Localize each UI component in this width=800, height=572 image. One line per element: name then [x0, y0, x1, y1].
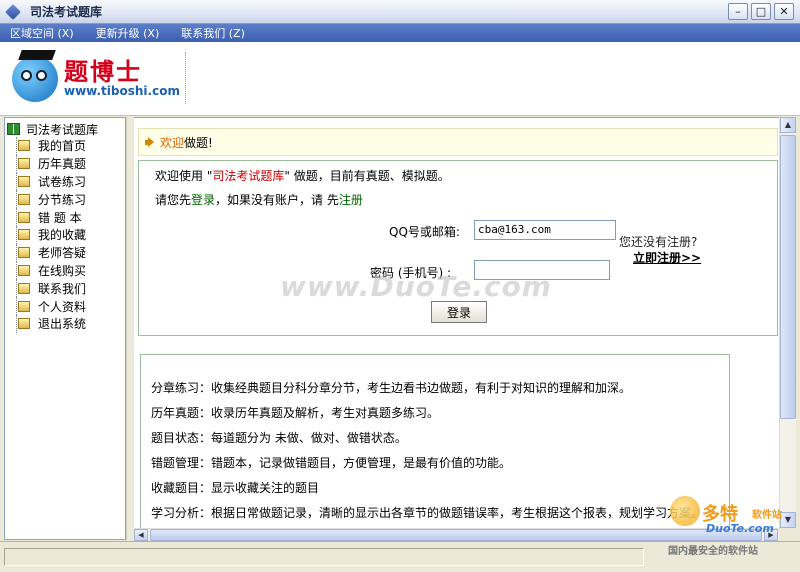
speaker-icon: [145, 137, 156, 148]
sidebar-item-logout[interactable]: 退出系统: [7, 314, 125, 333]
logo-title: 题博士: [64, 57, 142, 86]
page-icon: [18, 318, 30, 330]
page-icon: [18, 282, 30, 294]
logo: 题博士 www.tiboshi.com: [12, 50, 187, 108]
corner-slogan: 国内最安全的软件站: [668, 546, 758, 557]
account-input[interactable]: cba@163.com: [474, 220, 616, 240]
graduation-cap-icon: [18, 50, 56, 60]
password-label: 密码 (手机号) :: [370, 266, 452, 280]
info-line: 学习分析：根据日常做题记录，清晰的显示出各章节的做题错误率，考生根据这个报表，规…: [151, 506, 704, 520]
sidebar-item-label: 我的首页: [38, 139, 87, 154]
sidebar-item-label: 在线购买: [38, 263, 87, 278]
sidebar-tree: 司法考试题库 我的首页 历年真题 试卷练习 分节练习 错 题 本 我的收藏 老师…: [4, 117, 126, 540]
mascot-eye-icon: [21, 70, 32, 81]
brand-name: 司法考试题库: [212, 169, 285, 183]
banner: 题博士 www.tiboshi.com: [0, 42, 800, 116]
maximize-button[interactable]: □: [751, 3, 771, 20]
tree-root[interactable]: 司法考试题库: [7, 121, 125, 137]
app-icon: [5, 3, 21, 20]
scroll-left-icon[interactable]: ◀: [134, 529, 148, 541]
sidebar-item-teacher-qa[interactable]: 老师答疑: [7, 243, 125, 262]
window-title: 司法考试题库: [30, 5, 103, 19]
intro-line-1: 欢迎使用 "司法考试题库" 做题，目前有真题、模拟题。: [155, 169, 450, 183]
pane-splitter[interactable]: [126, 117, 134, 540]
welcome-highlight: 欢迎: [160, 135, 185, 150]
page-icon: [18, 247, 30, 259]
info-line: 错题管理：错题本，记录做错题目，方便管理，是最有价值的功能。: [151, 456, 512, 470]
sidebar-item-label: 老师答疑: [38, 246, 87, 261]
account-label: QQ号或邮箱:: [389, 225, 460, 239]
status-panel: [4, 548, 644, 566]
page-icon: [18, 193, 30, 205]
sidebar-item-profile[interactable]: 个人资料: [7, 297, 125, 315]
page-icon: [18, 140, 30, 152]
info-line: 收藏题目：显示收藏关注的题目: [151, 481, 320, 495]
sidebar-item-label: 退出系统: [38, 317, 87, 332]
sidebar-item-label: 我的收藏: [38, 228, 87, 243]
corner-en: DuoTe.com: [706, 522, 774, 535]
sidebar-item-label: 历年真题: [38, 157, 87, 172]
sidebar-item-paper-practice[interactable]: 试卷练习: [7, 172, 125, 191]
login-button[interactable]: 登录: [431, 301, 487, 323]
title-bar: 司法考试题库 – □ ✕: [0, 0, 800, 24]
info-line: 历年真题：收录历年真题及解析，考生对真题多练习。: [151, 406, 440, 420]
sidebar-item-past-exams[interactable]: 历年真题: [7, 154, 125, 173]
page-icon: [18, 175, 30, 187]
menu-bar: 区域空间 (X) 更新升级 (X) 联系我们 (Z): [0, 24, 800, 42]
not-registered-text: 您还没有注册?: [619, 235, 698, 249]
login-link[interactable]: 登录: [191, 193, 215, 207]
sidebar-item-home[interactable]: 我的首页: [7, 137, 125, 155]
book-icon: [7, 123, 20, 135]
sidebar-item-label: 错 题 本: [38, 210, 82, 225]
sidebar-item-label: 个人资料: [38, 299, 87, 314]
page-icon: [18, 264, 30, 276]
sidebar-item-label: 分节练习: [38, 192, 87, 207]
page-icon: [18, 158, 30, 170]
corner-sub: 软件站: [752, 510, 782, 521]
logo-url: www.tiboshi.com: [64, 84, 180, 98]
page-icon: [18, 300, 30, 312]
menu-update[interactable]: 更新升级 (X): [96, 25, 160, 41]
info-line: 分章练习：收集经典题目分科分章分节，考生边看书边做题，有利于对知识的理解和加深。: [151, 381, 632, 395]
sidebar-item-favorites[interactable]: 我的收藏: [7, 225, 125, 244]
intro-line-2: 请您先登录，如果没有账户，请 先注册: [155, 193, 363, 207]
page-icon: [18, 211, 30, 223]
sidebar-item-wrong-book[interactable]: 错 题 本: [7, 208, 125, 226]
duote-logo-icon: [670, 496, 700, 526]
register-link[interactable]: 注册: [339, 193, 363, 207]
tree-root-label: 司法考试题库: [26, 122, 99, 137]
minimize-button[interactable]: –: [728, 3, 748, 20]
info-line: 题目状态：每道题分为 未做、做对、做错状态。: [151, 431, 407, 445]
vertical-scroll-thumb[interactable]: [780, 135, 796, 419]
vertical-scrollbar[interactable]: ▲ ▼: [779, 117, 796, 528]
welcome-bar: 欢迎 做题!: [138, 128, 778, 156]
mascot-icon: [12, 56, 58, 102]
info-panel: 分章练习：收集经典题目分科分章分节，考生边看书边做题，有利于对知识的理解和加深。…: [140, 354, 730, 528]
welcome-text: 做题!: [184, 135, 213, 150]
close-button[interactable]: ✕: [774, 3, 794, 20]
main-content: 欢迎 做题! 欢迎使用 "司法考试题库" 做题，目前有真题、模拟题。 请您先登录，…: [134, 117, 779, 528]
page-icon: [18, 229, 30, 241]
sidebar-item-label: 联系我们: [38, 281, 87, 296]
sidebar-item-label: 试卷练习: [38, 174, 87, 189]
password-input[interactable]: [474, 260, 610, 280]
sidebar-item-section-practice[interactable]: 分节练习: [7, 190, 125, 209]
scroll-up-icon[interactable]: ▲: [780, 117, 796, 133]
banner-divider: [185, 52, 186, 104]
mascot-eye-icon: [36, 70, 47, 81]
menu-region-space[interactable]: 区域空间 (X): [10, 25, 74, 41]
register-now-link[interactable]: 立即注册>>: [633, 249, 701, 266]
menu-contact[interactable]: 联系我们 (Z): [181, 25, 245, 41]
sidebar-item-buy-online[interactable]: 在线购买: [7, 261, 125, 280]
login-panel: 欢迎使用 "司法考试题库" 做题，目前有真题、模拟题。 请您先登录，如果没有账户…: [138, 160, 778, 336]
corner-watermark: 多特 软件站 DuoTe.com 国内最安全的软件站: [668, 496, 796, 558]
sidebar-item-contact[interactable]: 联系我们: [7, 279, 125, 298]
